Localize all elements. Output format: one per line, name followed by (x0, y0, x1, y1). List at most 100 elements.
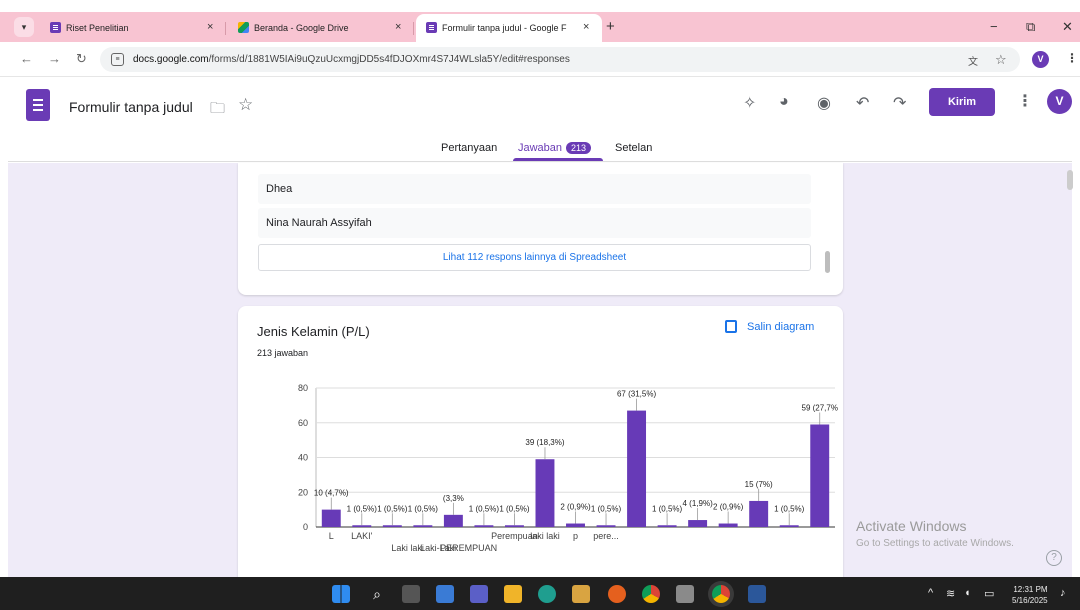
bookmark-star-icon[interactable]: ☆ (995, 52, 1007, 68)
bar[interactable] (810, 424, 830, 527)
close-icon[interactable]: × (583, 21, 589, 33)
bar[interactable] (474, 525, 494, 527)
bar[interactable] (352, 525, 372, 527)
y-tick-label: 80 (298, 383, 308, 393)
reload-button[interactable]: ↻ (76, 51, 87, 67)
close-window-button[interactable]: ✕ (1062, 19, 1073, 35)
restore-button[interactable]: ⧉ (1026, 19, 1035, 35)
more-responses-link[interactable]: Lihat 112 respons lainnya di Spreadsheet (258, 244, 811, 271)
bar[interactable] (321, 509, 341, 527)
bar[interactable] (566, 523, 585, 527)
bar[interactable] (779, 525, 799, 527)
browser-tab-form[interactable]: Formulir tanpa judul - Google F × (416, 14, 602, 42)
chat-icon[interactable] (470, 585, 488, 603)
tab-responses[interactable]: Jawaban 213 (518, 142, 592, 154)
search-icon[interactable]: ⌕ (368, 585, 386, 603)
back-button[interactable]: ← (20, 51, 33, 66)
edge-icon[interactable] (538, 585, 556, 603)
forms-icon (426, 22, 437, 33)
task-view-icon[interactable] (402, 585, 420, 603)
undo-icon[interactable]: ↶ (856, 93, 869, 113)
avatar[interactable]: V (1047, 89, 1072, 114)
bar[interactable] (688, 520, 708, 527)
palette-icon[interactable]: ◕ (779, 93, 789, 111)
browser-tab-riset[interactable]: Riset Penelitian × (40, 14, 226, 42)
close-icon[interactable]: × (395, 21, 401, 33)
store-icon[interactable] (572, 585, 590, 603)
form-title[interactable]: Formulir tanpa judul (69, 99, 193, 115)
browser-tab-drive[interactable]: Beranda - Google Drive × (228, 14, 414, 42)
data-label: 1 (0,5%) (347, 504, 378, 513)
forms-icon (50, 22, 61, 33)
tray-chevron-icon[interactable]: ^ (928, 587, 933, 599)
start-icon[interactable] (332, 585, 350, 603)
word-icon[interactable] (748, 585, 766, 603)
page-scrollbar[interactable] (1067, 170, 1073, 190)
clock-time: 12:31 PM (1013, 585, 1048, 594)
screen: ▾ Riset Penelitian × Beranda - Google Dr… (0, 0, 1080, 610)
chrome-profile-icon[interactable] (712, 585, 730, 603)
x-tick-label: PEREMPUAN (440, 543, 497, 553)
x-tick-label: pere... (593, 531, 619, 541)
notification-icon[interactable]: ♪ (1060, 587, 1066, 599)
bar[interactable] (596, 525, 616, 527)
bar[interactable] (749, 500, 769, 527)
bar[interactable] (443, 514, 463, 527)
bar[interactable] (413, 525, 433, 527)
data-label: 15 (7%) (745, 480, 773, 489)
data-label: 1 (0,5%) (499, 504, 530, 513)
tab-questions[interactable]: Pertanyaan (441, 142, 497, 154)
data-label: 1 (0,5%) (652, 504, 683, 513)
forward-button[interactable]: → (48, 51, 61, 66)
app-icon[interactable] (676, 585, 694, 603)
bar[interactable] (627, 410, 647, 527)
battery-icon[interactable]: ▭ (984, 587, 994, 600)
list-scrollbar[interactable] (825, 251, 830, 273)
y-tick-label: 20 (298, 487, 308, 497)
top-strip (0, 0, 1080, 12)
addon-icon[interactable]: ✧ (743, 93, 756, 113)
chrome-icon[interactable] (642, 585, 660, 603)
name-responses-card: Dhea Nina Naurah Assyifah Lihat 112 resp… (238, 163, 843, 295)
redo-icon[interactable]: ↷ (893, 93, 906, 113)
bar[interactable] (504, 525, 524, 527)
send-button[interactable]: Kirim (929, 88, 995, 116)
responses-count-badge: 213 (566, 142, 592, 154)
help-icon[interactable]: ? (1046, 550, 1062, 566)
active-tab-indicator (513, 158, 603, 161)
drive-icon (238, 22, 249, 33)
url-text: docs.google.com/forms/d/1881W5IAi9uQzuUc… (133, 54, 570, 65)
profile-avatar[interactable]: V (1032, 51, 1049, 68)
translate-icon[interactable]: 文 (968, 53, 978, 68)
more-options-icon[interactable]: ⋮ (1017, 91, 1033, 111)
folder-icon[interactable]: 🗀 (210, 98, 225, 123)
clock[interactable]: 12:31 PM 5/16/2025 (1012, 584, 1048, 606)
volume-icon[interactable]: ◖ (964, 587, 971, 599)
star-icon[interactable]: ☆ (238, 95, 253, 115)
new-tab-button[interactable]: + (606, 18, 615, 35)
data-label: 1 (0,5%) (591, 504, 622, 513)
bar[interactable] (718, 523, 738, 527)
x-tick-label: Laki laki (391, 543, 424, 553)
activate-windows-title: Activate Windows (856, 518, 967, 534)
tab-settings[interactable]: Setelan (615, 142, 652, 154)
url-field[interactable]: ≡ docs.google.com/forms/d/1881W5IAi9uQzu… (100, 47, 1020, 72)
close-icon[interactable]: × (207, 21, 213, 33)
bar[interactable] (382, 525, 402, 527)
minimize-button[interactable]: − (990, 19, 998, 34)
tab-title: Riset Penelitian (66, 23, 129, 33)
bar[interactable] (535, 459, 555, 527)
firefox-icon[interactable] (608, 585, 626, 603)
data-label: 10 (4,7%) (314, 489, 349, 498)
preview-eye-icon[interactable]: ◉ (817, 93, 831, 113)
widgets-icon[interactable] (436, 585, 454, 603)
tab-search-button[interactable]: ▾ (14, 17, 34, 37)
data-label: 1 (0,5%) (469, 504, 500, 513)
google-forms-logo[interactable] (26, 89, 50, 121)
browser-menu-icon[interactable]: ⋮ (1066, 51, 1078, 65)
bar[interactable] (657, 525, 677, 527)
wifi-icon[interactable]: ≋ (946, 587, 955, 600)
site-info-icon[interactable]: ≡ (111, 53, 124, 66)
file-explorer-icon[interactable] (504, 585, 522, 603)
forms-header: Formulir tanpa judul 🗀 ☆ ✧ ◕ ◉ ↶ ↷ Kirim… (8, 78, 1072, 162)
